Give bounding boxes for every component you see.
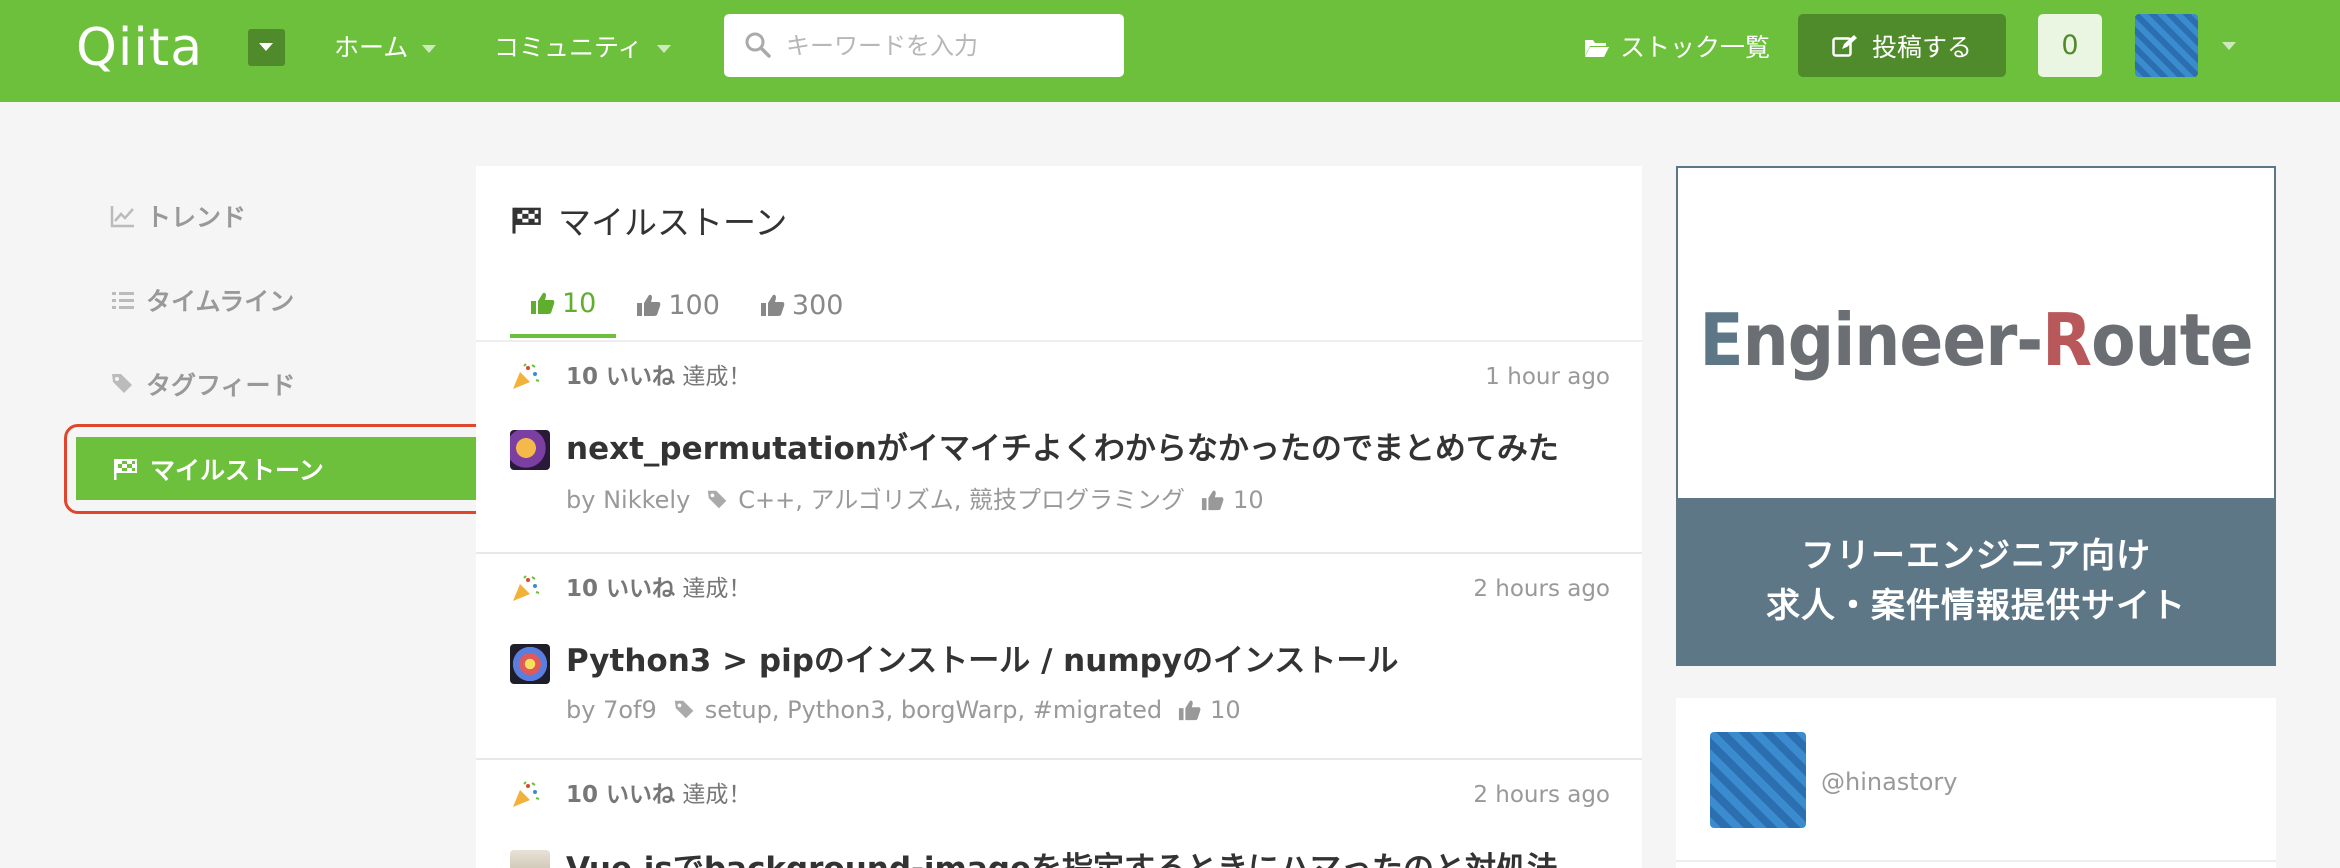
page-title-text: マイルストーン bbox=[558, 203, 788, 242]
logo-suffix: oute bbox=[2091, 298, 2254, 382]
qiita-logo[interactable]: Qiita bbox=[76, 20, 203, 76]
top-header: Qiita ホーム コミュニティ ストック一覧 投稿する 0 bbox=[0, 0, 2340, 102]
sidebar-item-tagfeed[interactable]: タグフィード bbox=[110, 366, 296, 402]
author-link[interactable]: by 7of9 bbox=[566, 694, 657, 726]
timestamp: 2 hours ago bbox=[1473, 782, 1610, 808]
party-popper-icon bbox=[513, 575, 540, 601]
logo-mid: ngineer- bbox=[1742, 298, 2044, 382]
thumbs-up-icon bbox=[531, 292, 555, 314]
stock-list-link[interactable]: ストック一覧 bbox=[1584, 30, 1770, 66]
tab-300[interactable]: 300 bbox=[740, 272, 864, 338]
author-link[interactable]: by Nikkely bbox=[566, 484, 690, 516]
list-icon bbox=[112, 292, 134, 309]
sidebar-item-label: タイムライン bbox=[146, 287, 295, 316]
profile-avatar[interactable] bbox=[1710, 732, 1806, 828]
thumbs-up-icon bbox=[637, 294, 661, 316]
tab-label: 10 bbox=[562, 287, 597, 319]
chevron-down-icon bbox=[656, 45, 671, 53]
article-tags[interactable]: setup, Python3, borgWarp, #migrated bbox=[705, 694, 1162, 726]
post-button[interactable]: 投稿する bbox=[1798, 14, 2006, 77]
achieved-label: 達成！ bbox=[682, 576, 752, 602]
folder-open-icon bbox=[1585, 40, 1609, 57]
logo-e: E bbox=[1699, 298, 1743, 382]
like-count-value: 10 bbox=[1233, 486, 1264, 514]
page-title: マイルストーン bbox=[510, 196, 787, 244]
sidebar-item-timeline[interactable]: タイムライン bbox=[110, 282, 294, 318]
engineer-route-ad[interactable]: Engineer-Route フリーエンジニア向け 求人・案件情報提供サイト bbox=[1676, 166, 2276, 666]
article-title-link[interactable]: Python3 > pipのインストール / numpyのインストール bbox=[566, 640, 1398, 682]
thumbs-up-icon bbox=[760, 294, 785, 316]
flag-checkered-icon bbox=[512, 207, 541, 234]
chevron-down-icon bbox=[422, 45, 437, 53]
sidebar-item-label: トレンド bbox=[146, 203, 247, 232]
stock-list-label: ストック一覧 bbox=[1620, 33, 1771, 62]
article-meta: by 7of9 setup, Python3, borgWarp, #migra… bbox=[566, 694, 1241, 726]
user-profile-card: @hinastory bbox=[1676, 698, 2276, 868]
like-count-value: 10 bbox=[1210, 696, 1241, 724]
tab-10[interactable]: 10 bbox=[510, 272, 617, 338]
author-avatar[interactable] bbox=[510, 430, 550, 470]
edit-icon bbox=[1832, 34, 1857, 57]
like-count: 10 いいね bbox=[566, 364, 676, 390]
like-count: 10 いいね bbox=[566, 576, 676, 602]
article-tags[interactable]: C++, アルゴリズム, 競技プログラミング bbox=[738, 484, 1185, 516]
milestone-panel: マイルストーン 10 100 300 10 いいね 達成！ 1 hour ago… bbox=[476, 166, 1642, 868]
achievement-text: 10 いいね 達成！ bbox=[566, 362, 751, 392]
ad-banner-text: フリーエンジニア向け 求人・案件情報提供サイト bbox=[1678, 498, 2274, 664]
ad-line-2: 求人・案件情報提供サイト bbox=[1766, 586, 2186, 626]
active-item-highlight bbox=[64, 424, 490, 514]
author-avatar[interactable] bbox=[510, 850, 550, 868]
party-popper-icon bbox=[513, 363, 540, 389]
chart-line-icon bbox=[110, 206, 134, 228]
article-title-link[interactable]: next_permutationがイマイチよくわからなかったのでまとめてみた bbox=[566, 428, 1559, 470]
search-input[interactable] bbox=[786, 14, 1106, 77]
search-icon bbox=[745, 32, 771, 58]
article-meta: by Nikkely C++, アルゴリズム, 競技プログラミング 10 bbox=[566, 484, 1264, 516]
achievement-text: 10 いいね 達成！ bbox=[566, 574, 751, 604]
profile-handle[interactable]: @hinastory bbox=[1821, 768, 1957, 796]
profile-divider bbox=[1676, 860, 2276, 862]
user-menu-chevron-icon[interactable] bbox=[2222, 42, 2236, 50]
tab-100[interactable]: 100 bbox=[616, 272, 740, 338]
thumbs-up-icon bbox=[1201, 490, 1224, 511]
logo-menu-caret-icon[interactable] bbox=[248, 29, 285, 66]
list-item: 10 いいね 達成！ 2 hours ago Python3 > pipのインス… bbox=[476, 554, 1642, 760]
user-avatar[interactable] bbox=[2135, 14, 2198, 77]
sidebar-item-trend[interactable]: トレンド bbox=[110, 198, 246, 234]
thumbs-up-icon bbox=[1179, 700, 1201, 721]
article-title-link[interactable]: Vue.jsでbackground-imageを指定するときにハマったのと対処法 bbox=[566, 848, 1558, 868]
nav-community[interactable]: コミュニティ bbox=[494, 30, 671, 66]
tags-icon bbox=[708, 490, 727, 509]
timestamp: 1 hour ago bbox=[1485, 364, 1610, 390]
post-button-label: 投稿する bbox=[1871, 32, 1972, 62]
sidebar-item-label: タグフィード bbox=[146, 371, 296, 400]
tab-label: 100 bbox=[668, 289, 720, 321]
achievement-text: 10 いいね 達成！ bbox=[566, 780, 751, 810]
logo-r: R bbox=[2042, 298, 2092, 382]
list-item: 10 いいね 達成！ 1 hour ago next_permutationがイ… bbox=[476, 342, 1642, 554]
tags-icon bbox=[674, 700, 694, 719]
engineer-route-logo: Engineer-Route bbox=[1678, 298, 2274, 382]
search-box bbox=[724, 14, 1124, 77]
timestamp: 2 hours ago bbox=[1473, 576, 1610, 602]
achieved-label: 達成！ bbox=[682, 364, 752, 390]
ad-line-1: フリーエンジニア向け bbox=[1801, 536, 2151, 576]
list-item: 10 いいね 達成！ 2 hours ago Vue.jsでbackground… bbox=[476, 760, 1642, 868]
milestone-tabs: 10 100 300 bbox=[510, 272, 863, 338]
tags-icon bbox=[112, 374, 132, 393]
author-avatar[interactable] bbox=[510, 644, 550, 684]
nav-community-label: コミュニティ bbox=[494, 33, 643, 62]
achieved-label: 達成！ bbox=[682, 782, 752, 808]
tab-label: 300 bbox=[791, 289, 844, 321]
party-popper-icon bbox=[513, 781, 540, 807]
notification-count[interactable]: 0 bbox=[2038, 14, 2102, 77]
nav-home[interactable]: ホーム bbox=[334, 30, 437, 66]
nav-home-label: ホーム bbox=[334, 33, 409, 62]
like-count: 10 いいね bbox=[566, 782, 676, 808]
